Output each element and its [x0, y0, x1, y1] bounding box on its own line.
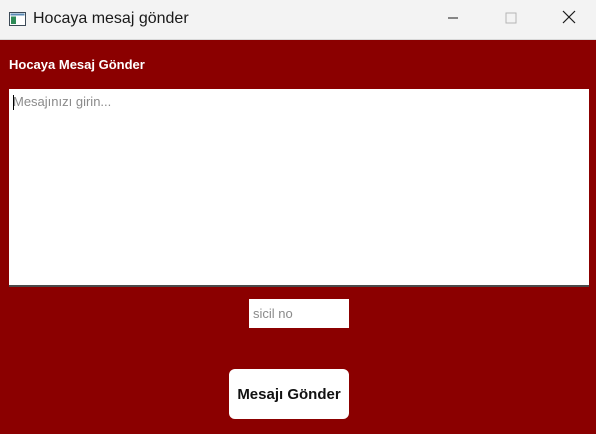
maximize-icon: [505, 11, 517, 29]
minimize-button[interactable]: [424, 0, 482, 39]
app-window-icon: [9, 12, 26, 26]
app-window: Hocaya mesaj gönder Hocaya Mesaj Gönder …: [0, 0, 596, 434]
form-heading: Hocaya Mesaj Gönder: [9, 57, 145, 72]
minimize-icon: [447, 11, 459, 29]
send-message-button[interactable]: Mesajı Gönder: [229, 369, 349, 419]
message-textarea[interactable]: [9, 89, 589, 287]
title-bar[interactable]: Hocaya mesaj gönder: [0, 0, 596, 40]
close-icon: [562, 10, 576, 29]
window-title: Hocaya mesaj gönder: [33, 10, 189, 27]
close-button[interactable]: [540, 0, 596, 39]
text-caret: [13, 95, 14, 110]
sicil-no-input[interactable]: [249, 299, 349, 328]
maximize-button[interactable]: [482, 0, 540, 39]
